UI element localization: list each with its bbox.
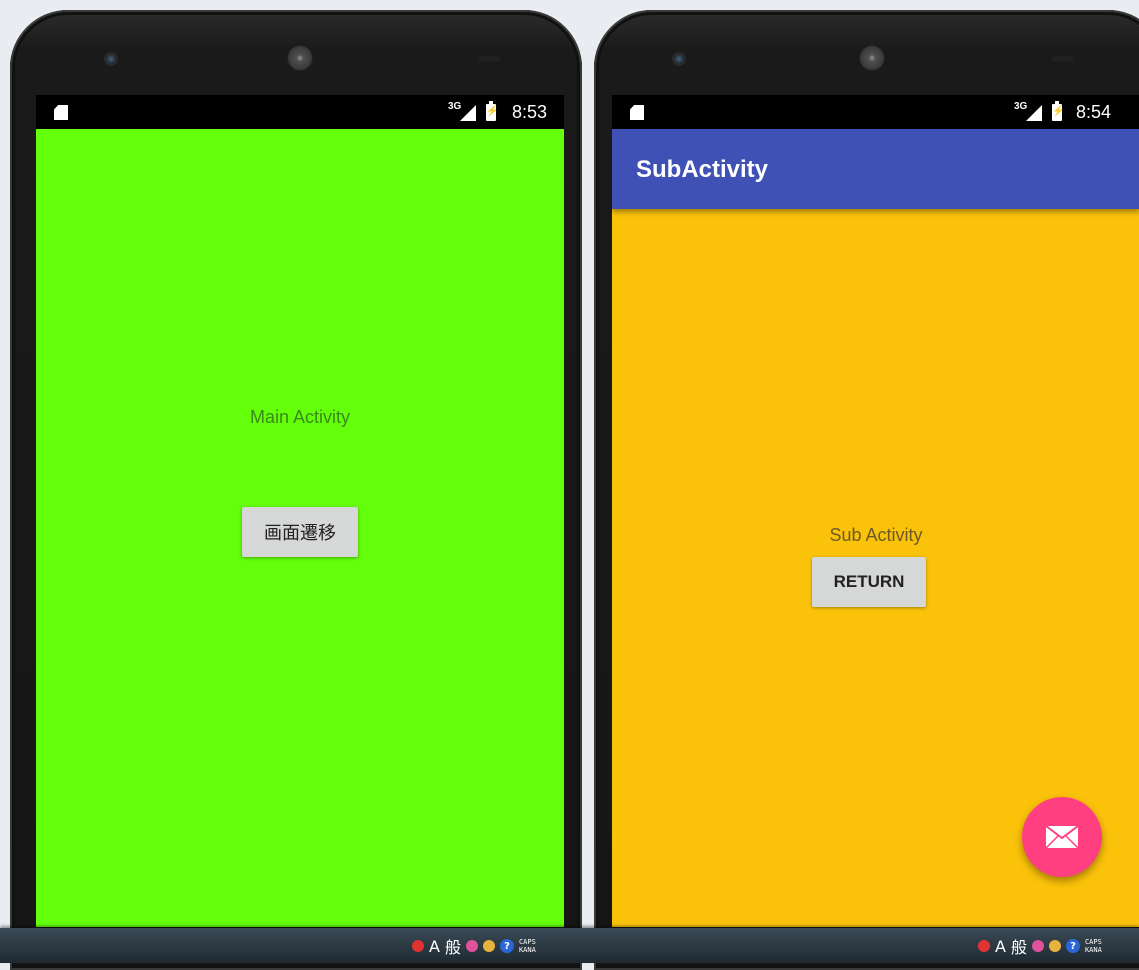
ime-tool-icon[interactable] (465, 940, 478, 952)
sd-card-icon (54, 105, 68, 120)
alert-icon[interactable] (978, 940, 990, 952)
app-bar: SubActivity (612, 129, 1139, 209)
main-activity-content: Main Activity 画面遷移 (36, 129, 564, 927)
front-camera-icon (106, 54, 116, 64)
screen-transition-button[interactable]: 画面遷移 (242, 507, 358, 557)
return-button[interactable]: RETURN (812, 557, 926, 607)
alert-icon[interactable] (412, 940, 424, 952)
mail-fab-button[interactable] (1022, 797, 1102, 877)
help-icon[interactable]: ? (1065, 939, 1080, 953)
status-clock: 8:54 (1076, 102, 1112, 122)
status-bar-right: 3G 8:54 (612, 95, 1139, 129)
ime-mode-indicator[interactable]: A (429, 937, 440, 956)
signal-icon (1026, 105, 1042, 121)
status-bar-left: 3G 8:53 (36, 95, 564, 129)
system-tray-left: A 般 ? CAPS KANA (412, 934, 536, 958)
speaker-icon (288, 46, 312, 70)
emulator-device-right: 3G 8:54 SubActivity Sub Activity RETURN (594, 10, 1139, 970)
system-tray-right: A 般 ? CAPS KANA (978, 934, 1102, 958)
device-screen-right: 3G 8:54 SubActivity Sub Activity RETURN (612, 95, 1139, 927)
caps-kana-indicator: CAPS KANA (518, 938, 536, 954)
main-activity-label: Main Activity (249, 407, 351, 427)
front-camera-icon (674, 54, 684, 64)
sd-card-icon (630, 105, 644, 120)
proximity-sensor (478, 56, 500, 62)
caps-kana-indicator: CAPS KANA (1084, 938, 1102, 954)
dictionary-icon[interactable] (1048, 940, 1061, 952)
signal-icon (460, 105, 476, 121)
battery-charging-icon (486, 101, 496, 121)
battery-charging-icon (1052, 101, 1062, 121)
app-bar-title: SubActivity (636, 156, 769, 183)
ime-tool-icon[interactable] (1031, 940, 1044, 952)
device-screen-left: 3G 8:53 Main Activity 画面遷移 (36, 95, 564, 927)
ime-label[interactable]: 般 (1011, 934, 1027, 958)
ime-mode-indicator[interactable]: A (995, 937, 1006, 956)
sub-activity-label: Sub Activity (829, 525, 923, 545)
sub-activity-content: SubActivity Sub Activity RETURN (612, 129, 1139, 927)
os-taskbar: A 般 ? CAPS KANA A 般 ? CAPS KANA (0, 928, 1139, 963)
emulator-device-left: 3G 8:53 Main Activity 画面遷移 (10, 10, 582, 970)
help-icon[interactable]: ? (499, 939, 514, 953)
ime-label[interactable]: 般 (445, 934, 461, 958)
proximity-sensor (1052, 56, 1074, 62)
dictionary-icon[interactable] (482, 940, 495, 952)
speaker-icon (860, 46, 884, 70)
status-clock: 8:53 (512, 102, 548, 122)
mail-icon (1045, 825, 1079, 849)
